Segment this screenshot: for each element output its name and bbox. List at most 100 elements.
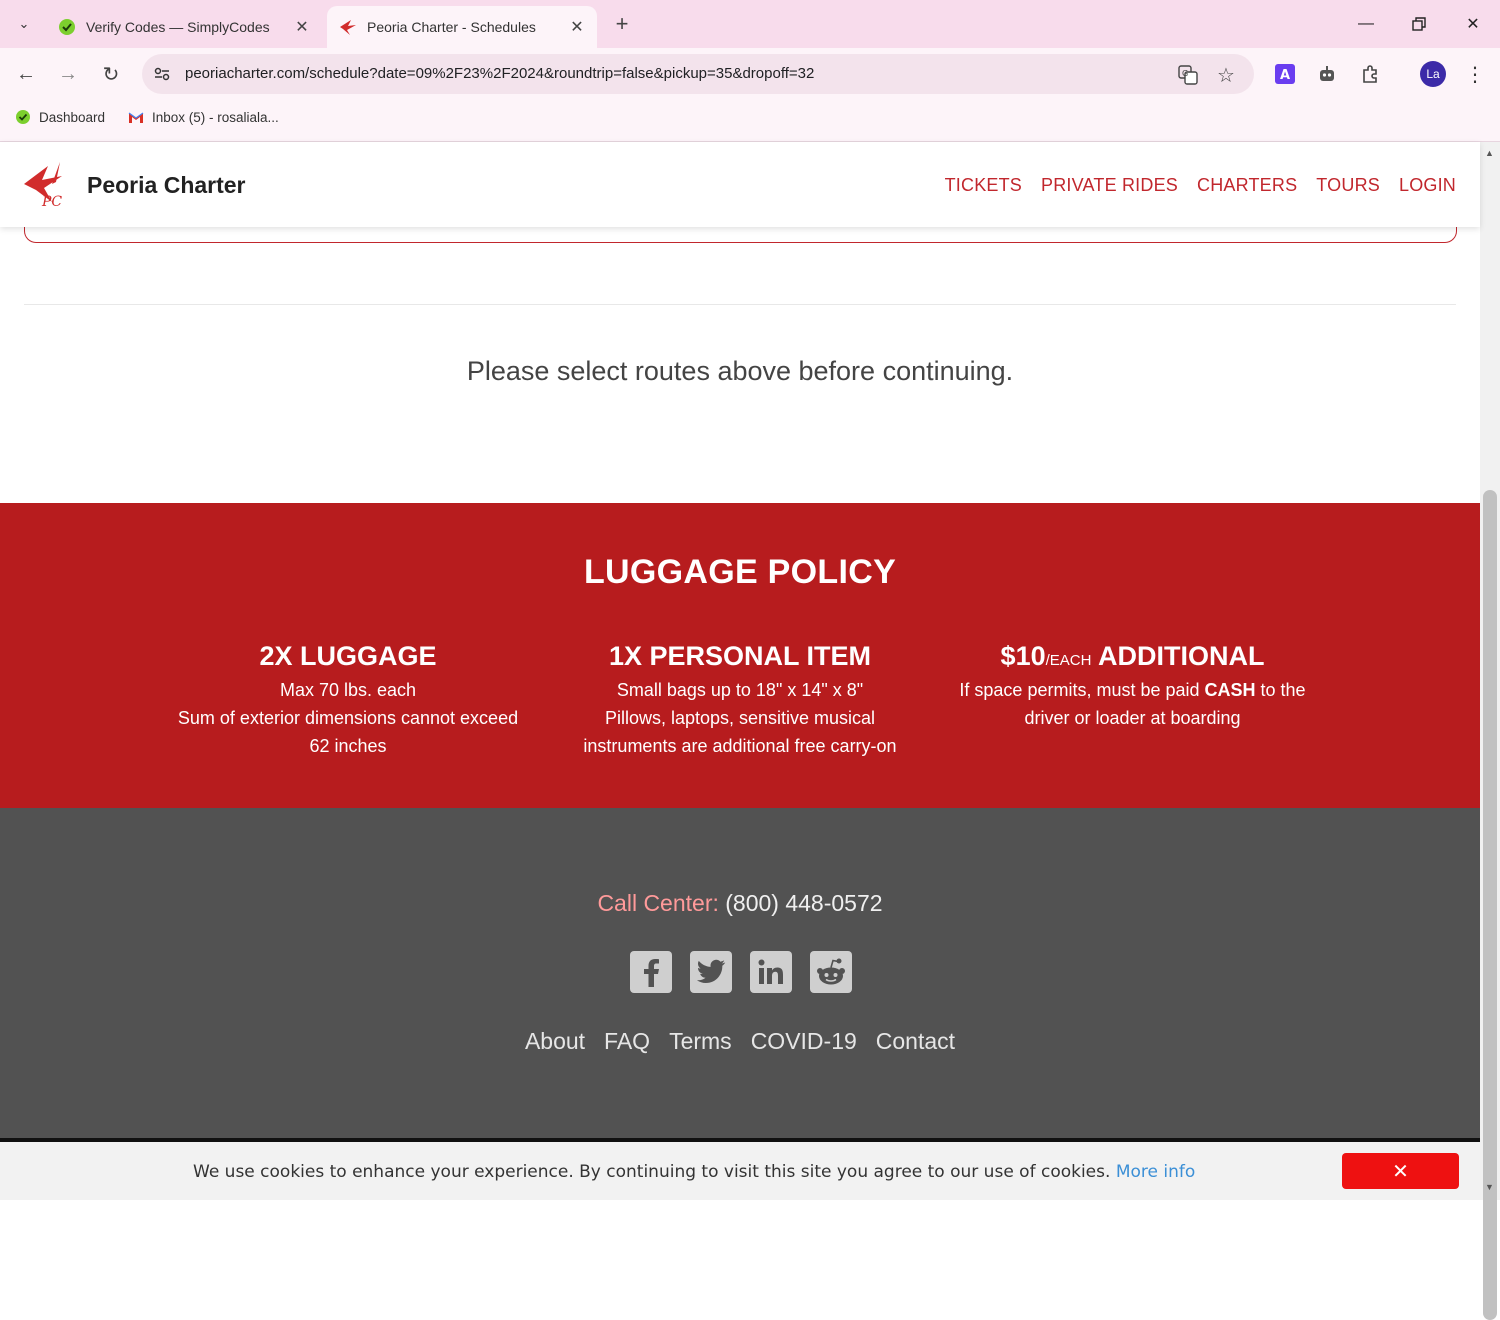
bookmarks-bar: Dashboard Inbox (5) - rosaliala... — [0, 100, 1500, 142]
luggage-column: 2X LUGGAGE Max 70 lbs. each Sum of exter… — [160, 641, 536, 760]
tab-close-icon[interactable]: ✕ — [565, 17, 589, 37]
footer-link-about[interactable]: About — [525, 1028, 585, 1055]
facebook-icon[interactable] — [630, 951, 672, 993]
close-icon: ✕ — [1392, 1160, 1409, 1183]
address-bar[interactable]: peoriacharter.com/schedule?date=09%2F23%… — [142, 54, 1254, 94]
arrow-right-icon: → — [58, 62, 78, 85]
luggage-policy-title: LUGGAGE POLICY — [583, 553, 897, 591]
luggage-policy-section: LUGGAGE POLICY 2X LUGGAGE Max 70 lbs. ea… — [0, 503, 1480, 808]
main-nav: TICKETS PRIVATE RIDES CHARTERS TOURS LOG… — [945, 175, 1456, 196]
svg-text:A: A — [1280, 68, 1290, 83]
bookmark-label: Dashboard — [39, 109, 106, 125]
luggage-text: Sum of exterior dimensions cannot exceed — [177, 708, 519, 728]
reddit-icon[interactable] — [810, 951, 852, 993]
luggage-text: 62 inches — [309, 736, 387, 756]
footer-links: About FAQ Terms COVID-19 Contact — [0, 1028, 1480, 1055]
footer-link-faq[interactable]: FAQ — [604, 1028, 650, 1055]
additional-text: driver or loader at boarding — [1024, 708, 1241, 728]
url-text[interactable]: peoriacharter.com/schedule?date=09%2F23%… — [185, 65, 814, 82]
reload-icon: ↻ — [102, 63, 120, 86]
cookie-message: We use cookies to enhance your experienc… — [193, 1162, 1195, 1182]
simplycodes-favicon-icon — [15, 109, 31, 125]
svg-text:PC: PC — [41, 194, 62, 208]
additional-label: ADDITIONAL — [1097, 641, 1265, 671]
call-center-label: Call Center: — [597, 890, 719, 916]
additional-price: $10 — [1000, 641, 1046, 671]
nav-login[interactable]: LOGIN — [1399, 175, 1456, 196]
additional-text-b: to the — [1255, 680, 1306, 700]
chevron-down-icon: ⌄ — [18, 16, 30, 31]
scroll-up-arrow-icon[interactable]: ▲ — [1485, 148, 1494, 158]
page-scrollbar[interactable]: ▲ ▼ — [1480, 142, 1500, 1320]
site-settings-icon[interactable] — [152, 64, 172, 84]
cookie-more-info-link[interactable]: More info — [1116, 1162, 1195, 1182]
cookie-text: We use cookies to enhance your experienc… — [193, 1162, 1111, 1182]
profile-avatar[interactable]: La — [1420, 61, 1446, 87]
close-icon: ✕ — [1466, 16, 1480, 33]
more-menu-icon[interactable]: ⋮ — [1463, 62, 1487, 86]
nav-private-rides[interactable]: PRIVATE RIDES — [1041, 175, 1178, 196]
personal-item-column: 1X PERSONAL ITEM Small bags up to 18" x … — [555, 641, 925, 760]
tab-title: Verify Codes — SimplyCodes — [86, 19, 270, 35]
cookie-close-button[interactable]: ✕ — [1342, 1153, 1459, 1189]
additional-unit: /EACH — [1045, 652, 1092, 669]
additional-bag-column: $10/EACH ADDITIONAL If space permits, mu… — [940, 641, 1325, 732]
additional-heading: $10/EACH ADDITIONAL — [940, 641, 1325, 672]
brand-name[interactable]: Peoria Charter — [87, 172, 246, 199]
tab-search-button[interactable]: ⌄ — [9, 9, 39, 39]
cash-emphasis: CASH — [1204, 680, 1256, 700]
tab-close-icon[interactable]: ✕ — [290, 17, 314, 37]
nav-tours[interactable]: TOURS — [1316, 175, 1380, 196]
close-window-button[interactable]: ✕ — [1453, 10, 1493, 38]
bookmark-star-icon[interactable]: ☆ — [1215, 64, 1237, 87]
footer-link-terms[interactable]: Terms — [669, 1028, 732, 1055]
site-footer: Call Center: (800) 448-0572 About FAQ Te… — [0, 808, 1480, 1138]
extension-a-icon[interactable]: A — [1273, 62, 1297, 86]
call-center: Call Center: (800) 448-0572 — [0, 890, 1480, 917]
cookie-banner: We use cookies to enhance your experienc… — [0, 1138, 1480, 1200]
bookmark-dashboard[interactable]: Dashboard — [15, 109, 105, 125]
translate-icon[interactable]: G — [1177, 64, 1199, 86]
restore-icon — [1412, 17, 1426, 31]
scroll-down-arrow-icon[interactable]: ▼ — [1485, 1182, 1494, 1192]
bookmark-inbox[interactable]: Inbox (5) - rosaliala... — [128, 109, 279, 125]
nav-tickets[interactable]: TICKETS — [945, 175, 1022, 196]
site-header: PC Peoria Charter TICKETS PRIVATE RIDES … — [0, 142, 1480, 227]
social-links — [630, 951, 852, 993]
select-routes-message: Please select routes above before contin… — [466, 356, 1014, 386]
tab-peoria-charter[interactable]: Peoria Charter - Schedules ✕ — [327, 6, 597, 48]
arrow-left-icon: ← — [16, 62, 36, 85]
scrollbar-thumb[interactable] — [1483, 490, 1497, 1320]
back-button[interactable]: ← — [11, 59, 41, 89]
luggage-text: Max 70 lbs. each — [279, 680, 417, 700]
peoria-charter-logo-icon[interactable]: PC — [22, 162, 74, 208]
tab-title: Peoria Charter - Schedules — [367, 19, 536, 35]
nav-charters[interactable]: CHARTERS — [1197, 175, 1297, 196]
personal-item-text: Small bags up to 18" x 14" x 8" — [616, 680, 864, 700]
divider — [24, 304, 1456, 305]
bookmark-label: Inbox (5) - rosaliala... — [152, 109, 279, 125]
simplycodes-favicon-icon — [58, 18, 76, 36]
reload-button[interactable]: ↻ — [96, 59, 126, 89]
personal-item-heading: 1X PERSONAL ITEM — [608, 641, 872, 671]
footer-link-covid[interactable]: COVID-19 — [751, 1028, 857, 1055]
extensions-puzzle-icon[interactable] — [1358, 62, 1382, 86]
additional-text-a: If space permits, must be paid — [959, 680, 1205, 700]
minimize-icon: — — [1358, 15, 1374, 32]
plus-icon: + — [615, 11, 629, 36]
tab-verify-codes[interactable]: Verify Codes — SimplyCodes ✕ — [46, 6, 322, 48]
restore-button[interactable] — [1399, 10, 1439, 38]
personal-item-text: Pillows, laptops, sensitive musical — [604, 708, 876, 728]
additional-text: If space permits, must be paid CASH to t… — [940, 676, 1325, 704]
linkedin-icon[interactable] — [750, 951, 792, 993]
peoria-favicon-icon — [339, 18, 357, 36]
svg-text:G: G — [1182, 69, 1188, 78]
call-center-phone[interactable]: (800) 448-0572 — [725, 890, 882, 916]
minimize-button[interactable]: — — [1346, 10, 1386, 38]
forward-button[interactable]: → — [53, 59, 83, 89]
footer-link-contact[interactable]: Contact — [876, 1028, 955, 1055]
extension-robot-icon[interactable] — [1315, 62, 1339, 86]
browser-tab-bar: ⌄ Verify Codes — SimplyCodes ✕ Peoria Ch… — [0, 0, 1500, 48]
new-tab-button[interactable]: + — [608, 10, 636, 38]
twitter-icon[interactable] — [690, 951, 732, 993]
